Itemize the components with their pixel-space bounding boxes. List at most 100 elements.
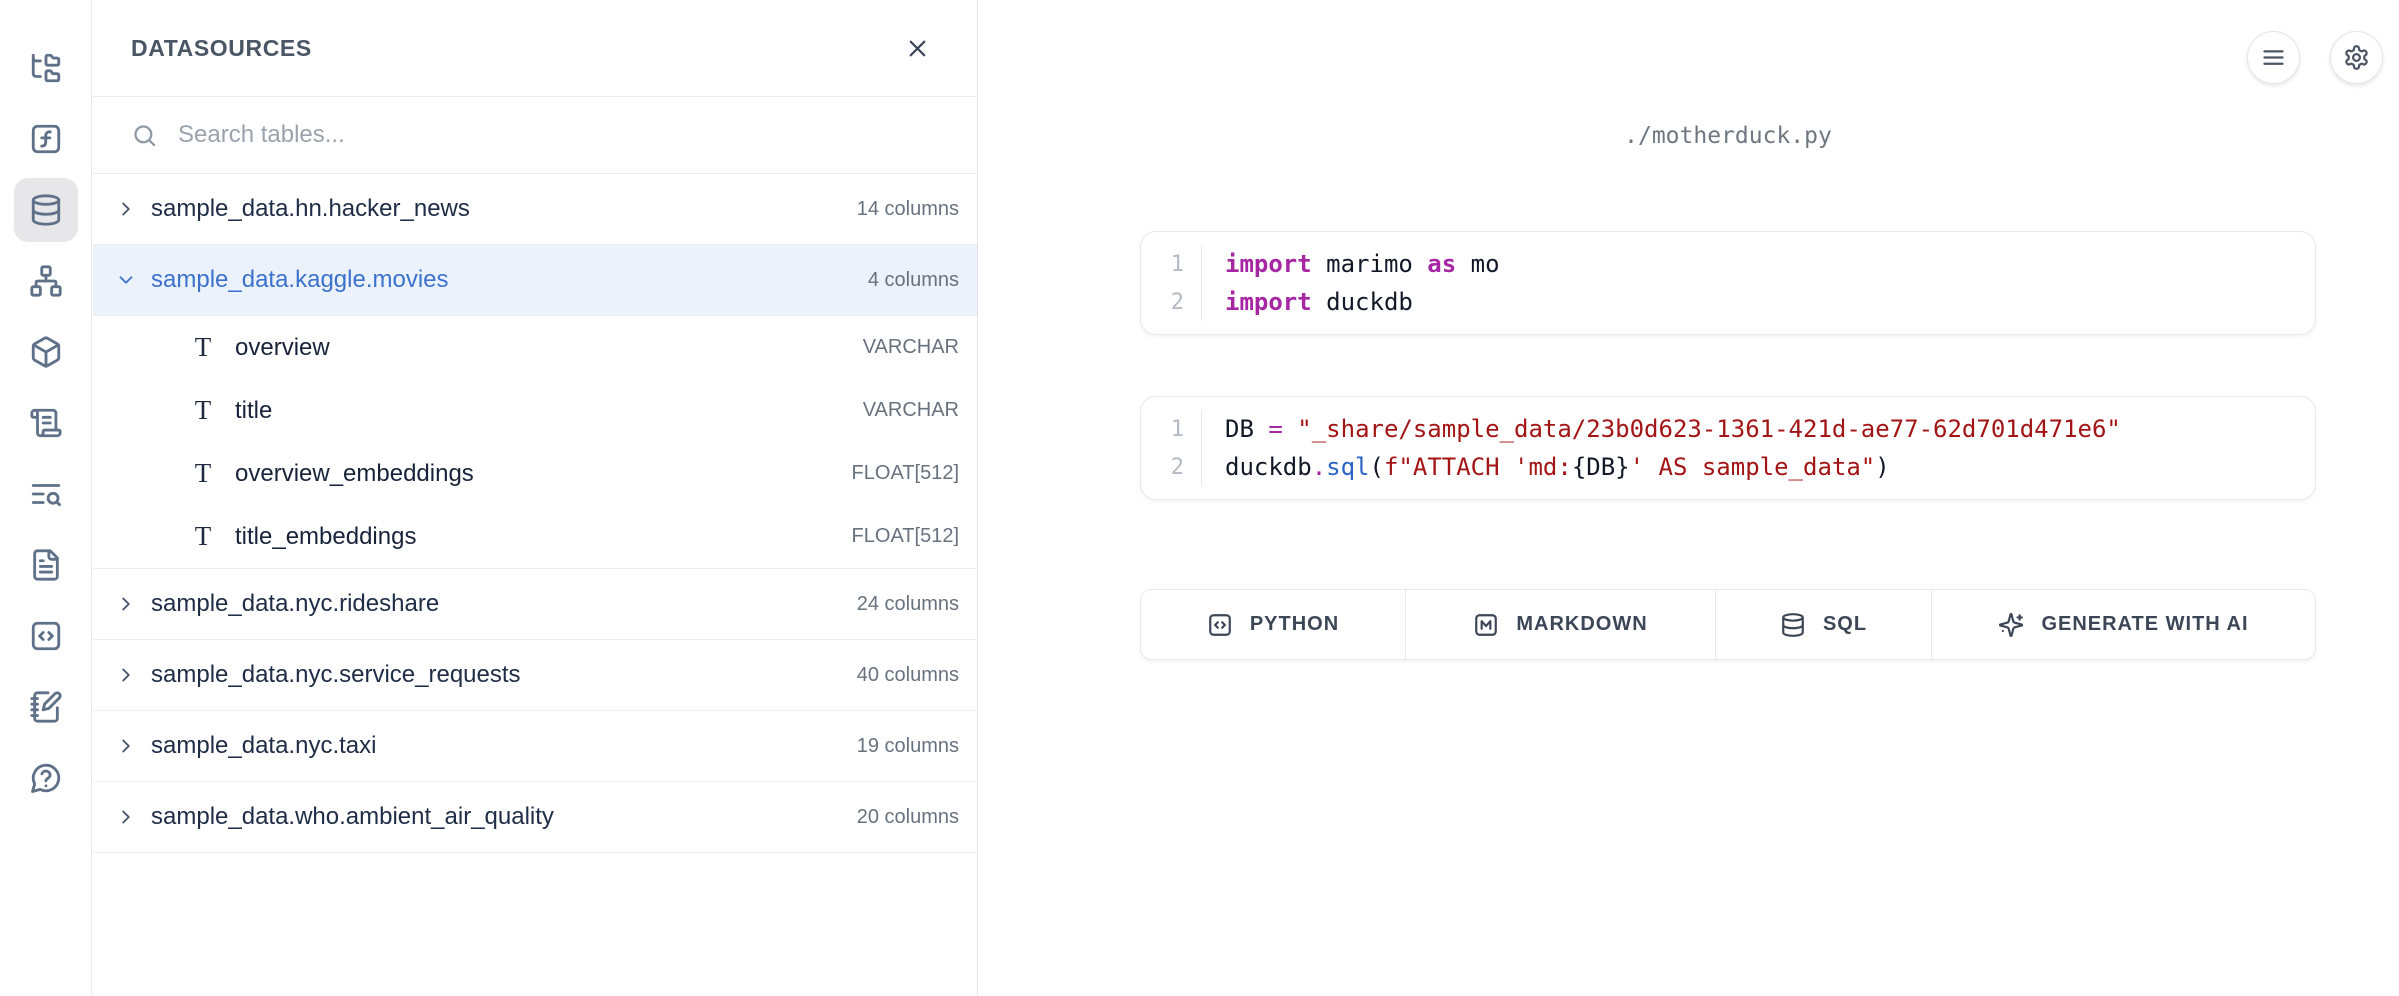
sidebar-item-packages[interactable]: [14, 320, 78, 384]
code-cell[interactable]: 1DB = "_share/sample_data/23b0d623-1361-…: [1140, 396, 2316, 500]
datasources-icon: [29, 193, 63, 227]
chevron-right-icon: [115, 735, 137, 757]
sidebar-item-help[interactable]: [14, 746, 78, 810]
column-row[interactable]: Ttitle_embeddings FLOAT[512]: [93, 505, 977, 568]
close-panel-button[interactable]: [895, 26, 939, 70]
column-count: 40 columns: [857, 664, 959, 687]
menu-icon: [2260, 44, 2287, 71]
text-type-icon: T: [191, 332, 215, 363]
table-name: sample_data.who.ambient_air_quality: [151, 803, 554, 831]
table-name: sample_data.kaggle.movies: [151, 266, 449, 294]
table-row[interactable]: sample_data.kaggle.movies 4 columns: [93, 245, 977, 316]
outline-search-icon: [29, 477, 63, 511]
scratchpad-icon: [29, 690, 63, 724]
code-line: 2import duckdb: [1141, 283, 2315, 321]
add-cell-markdown-button[interactable]: MARKDOWN: [1406, 590, 1716, 659]
table-row[interactable]: sample_data.nyc.service_requests 40 colum…: [93, 640, 977, 711]
button-label: MARKDOWN: [1516, 613, 1647, 636]
column-type: FLOAT[512]: [852, 462, 959, 485]
chevron-right-icon: [115, 593, 137, 615]
panel-title: DATASOURCES: [131, 35, 312, 62]
column-name: title: [235, 397, 272, 425]
code-text[interactable]: duckdb.sql(f"ATTACH 'md:{DB}' AS sample_…: [1201, 448, 2315, 486]
notebook-filename[interactable]: ./motherduck.py: [1140, 123, 2316, 149]
snippets-icon: [29, 619, 63, 653]
table-name: sample_data.nyc.taxi: [151, 732, 376, 760]
code-text[interactable]: import marimo as mo: [1201, 245, 2315, 283]
column-count: 19 columns: [857, 735, 959, 758]
sparkles-icon: [1998, 612, 2024, 638]
packages-icon: [29, 335, 63, 369]
column-type: VARCHAR: [863, 336, 959, 359]
table-name: sample_data.nyc.rideshare: [151, 590, 439, 618]
columns-group: Toverview VARCHAR Ttitle VARCHAR Toverview_e…: [93, 316, 977, 569]
button-label: GENERATE WITH AI: [2041, 613, 2248, 636]
help-icon: [29, 761, 63, 795]
dependency-graph-icon: [29, 264, 63, 298]
sidebar-item-variables[interactable]: [14, 107, 78, 171]
line-number: 1: [1141, 252, 1201, 277]
line-number: 2: [1141, 290, 1201, 315]
sidebar-item-snippets[interactable]: [14, 604, 78, 668]
column-type: VARCHAR: [863, 399, 959, 422]
column-name: overview_embeddings: [235, 460, 474, 488]
tables-list: sample_data.hn.hacker_news14 columnssamp…: [93, 174, 977, 853]
table-row[interactable]: sample_data.who.ambient_air_quality 20 co…: [93, 782, 977, 853]
sidebar-item-documentation[interactable]: [14, 533, 78, 597]
column-row[interactable]: Toverview VARCHAR: [93, 316, 977, 379]
sidebar-item-scratchpad[interactable]: [14, 675, 78, 739]
marimo-app: DATASOURCES Search tables... sample_data…: [0, 0, 2399, 996]
add-cell-generate-with-ai-button[interactable]: GENERATE WITH AI: [1932, 590, 2315, 659]
notebook-menu-button[interactable]: [2247, 31, 2300, 84]
close-icon: [904, 35, 931, 62]
search-icon: [131, 122, 158, 149]
add-cell-button-row: PYTHON MARKDOWN SQL GENERATE WITH AI: [1140, 589, 2316, 660]
line-number: 1: [1141, 417, 1201, 442]
database-icon: [1780, 612, 1806, 638]
column-count: 14 columns: [857, 198, 959, 221]
text-type-icon: T: [191, 521, 215, 552]
chevron-right-icon: [115, 806, 137, 828]
sidebar-item-logs[interactable]: [14, 391, 78, 455]
add-cell-python-button[interactable]: PYTHON: [1141, 590, 1406, 659]
column-type: FLOAT[512]: [852, 525, 959, 548]
add-cell-sql-button[interactable]: SQL: [1716, 590, 1932, 659]
column-name: overview: [235, 334, 330, 362]
code-line: 1import marimo as mo: [1141, 245, 2315, 283]
code-line: 1DB = "_share/sample_data/23b0d623-1361-…: [1141, 410, 2315, 448]
column-row[interactable]: Toverview_embeddings FLOAT[512]: [93, 442, 977, 505]
column-count: 24 columns: [857, 593, 959, 616]
column-count: 4 columns: [868, 269, 959, 292]
table-row[interactable]: sample_data.nyc.taxi 19 columns: [93, 711, 977, 782]
panel-header: DATASOURCES: [93, 0, 977, 97]
sidebar-item-dependency-graph[interactable]: [14, 249, 78, 313]
code-line: 2duckdb.sql(f"ATTACH 'md:{DB}' AS sample…: [1141, 448, 2315, 486]
line-number: 2: [1141, 455, 1201, 480]
sidebar-item-file-explorer[interactable]: [14, 36, 78, 100]
column-count: 20 columns: [857, 806, 959, 829]
button-label: SQL: [1823, 613, 1867, 636]
sidebar-item-outline-search[interactable]: [14, 462, 78, 526]
table-row[interactable]: sample_data.hn.hacker_news 14 columns: [93, 174, 977, 245]
column-name: title_embeddings: [235, 523, 416, 551]
code-text[interactable]: import duckdb: [1201, 283, 2315, 321]
markdown-icon: [1473, 612, 1499, 638]
sidebar-item-datasources[interactable]: [14, 178, 78, 242]
column-row[interactable]: Ttitle VARCHAR: [93, 379, 977, 442]
activity-bar: [0, 0, 92, 996]
table-row[interactable]: sample_data.nyc.rideshare 24 columns: [93, 569, 977, 640]
code-cell[interactable]: 1import marimo as mo2import duckdb: [1140, 231, 2316, 335]
search-tables-input[interactable]: Search tables...: [93, 97, 977, 174]
text-type-icon: T: [191, 458, 215, 489]
gear-icon: [2343, 44, 2370, 71]
logs-icon: [29, 406, 63, 440]
search-placeholder: Search tables...: [178, 121, 345, 149]
table-name: sample_data.hn.hacker_news: [151, 195, 470, 223]
settings-button[interactable]: [2330, 31, 2383, 84]
variables-icon: [29, 122, 63, 156]
datasources-panel: DATASOURCES Search tables... sample_data…: [93, 0, 978, 996]
text-type-icon: T: [191, 395, 215, 426]
code-text[interactable]: DB = "_share/sample_data/23b0d623-1361-4…: [1201, 410, 2315, 448]
button-label: PYTHON: [1250, 613, 1339, 636]
table-name: sample_data.nyc.service_requests: [151, 661, 521, 689]
